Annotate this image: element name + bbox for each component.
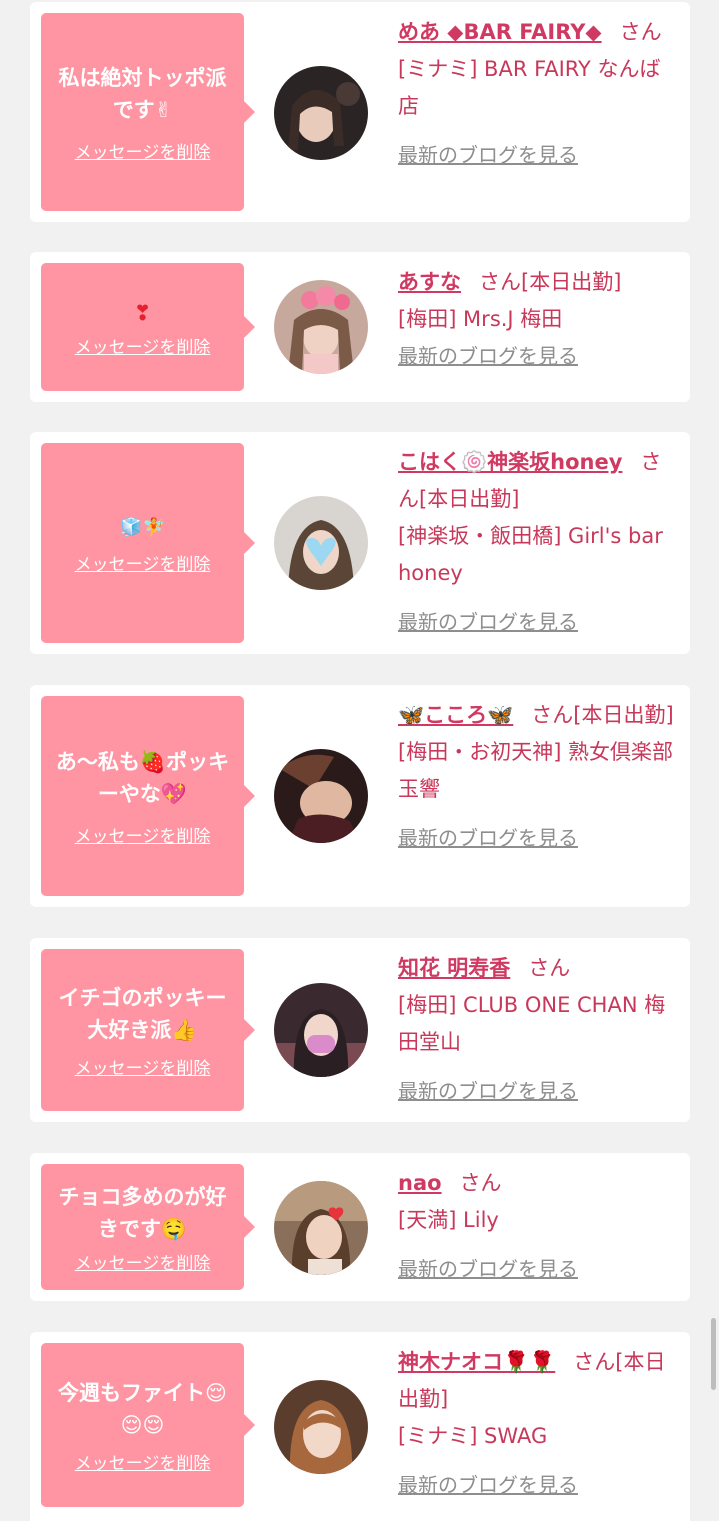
delete-message-link[interactable]: メッセージを削除 — [75, 550, 211, 575]
delete-message-link[interactable]: メッセージを削除 — [75, 1449, 211, 1474]
shop-name: [梅田] Mrs.J 梅田 — [398, 307, 563, 331]
message-bubble: 今週もファイト😌😌😌 メッセージを削除 — [41, 1343, 255, 1507]
avatar[interactable] — [274, 1380, 368, 1474]
cast-info: めあ ◆BAR FAIRY◆ さん [ミナミ] BAR FAIRY なんば店 最新… — [398, 14, 680, 174]
honorific: さん[本日出勤] — [531, 703, 674, 727]
avatar[interactable] — [274, 496, 368, 590]
message-bubble: 私は絶対トッポ派です✌ メッセージを削除 — [41, 13, 255, 211]
latest-blog-link[interactable]: 最新のブログを見る — [398, 137, 680, 174]
latest-blog-link[interactable]: 最新のブログを見る — [398, 1073, 680, 1110]
list-item: あ〜私も🍓ポッキーやな💖 メッセージを削除 🦋こころ🦋 さん[本日出勤] [梅田・… — [30, 685, 690, 907]
cast-name-link[interactable]: めあ ◆BAR FAIRY◆ — [398, 20, 602, 44]
cast-name-link[interactable]: nao — [398, 1171, 442, 1195]
avatar[interactable] — [274, 749, 368, 843]
cast-info: 神木ナオコ🌹🌹 さん[本日出勤] [ミナミ] SWAG 最新のブログを見る — [398, 1344, 680, 1504]
cast-info: こはく🍥神楽坂honey さん[本日出勤] [神楽坂・飯田橋] Girl's ba… — [398, 444, 680, 641]
cast-info: あすな さん[本日出勤] [梅田] Mrs.J 梅田 最新のブログを見る — [398, 264, 680, 375]
avatar[interactable] — [274, 983, 368, 1077]
honorific: さん[本日出勤] — [479, 270, 622, 294]
delete-message-link[interactable]: メッセージを削除 — [75, 1054, 211, 1079]
message-text: チョコ多めのが好きです🤤 — [58, 1184, 227, 1241]
delete-message-link[interactable]: メッセージを削除 — [75, 333, 211, 358]
list-item: ❣ メッセージを削除 あすな さん[本日出勤] [梅田] Mrs.J 梅田 最新の… — [30, 252, 690, 402]
latest-blog-link[interactable]: 最新のブログを見る — [398, 1251, 680, 1288]
avatar[interactable] — [274, 1181, 368, 1275]
cast-name-link[interactable]: あすな — [398, 270, 461, 294]
shop-name: [ミナミ] SWAG — [398, 1424, 548, 1448]
message-text: イチゴのポッキー大好き派👍 — [58, 985, 227, 1042]
message-text: 🧊🧚 — [120, 516, 165, 538]
list-item: イチゴのポッキー大好き派👍 メッセージを削除 知花 明寿香 さん [梅田] CLU… — [30, 938, 690, 1122]
latest-blog-link[interactable]: 最新のブログを見る — [398, 1467, 680, 1504]
message-bubble: 🧊🧚 メッセージを削除 — [41, 443, 255, 643]
honorific: さん — [459, 1171, 502, 1195]
avatar[interactable] — [274, 280, 368, 374]
shop-name: [天満] Lily — [398, 1208, 499, 1232]
cast-info: 🦋こころ🦋 さん[本日出勤] [梅田・お初天神] 熟女倶楽部 玉響 最新のブログを… — [398, 697, 680, 857]
shop-name: [ミナミ] BAR FAIRY なんば店 — [398, 57, 661, 118]
scrollbar[interactable] — [711, 1318, 716, 1390]
list-item: チョコ多めのが好きです🤤 メッセージを削除 nao さん [天満] Lily 最新… — [30, 1153, 690, 1301]
message-text: 今週もファイト😌😌😌 — [58, 1380, 227, 1437]
message-bubble: チョコ多めのが好きです🤤 メッセージを削除 — [41, 1164, 255, 1290]
cast-name-link[interactable]: 🦋こころ🦋 — [398, 703, 513, 727]
list-item: 私は絶対トッポ派です✌ メッセージを削除 めあ ◆BAR FAIRY◆ さん [ミ… — [30, 2, 690, 222]
list-item: 🧊🧚 メッセージを削除 こはく🍥神楽坂honey さん[本日出勤] [神楽坂・飯田… — [30, 432, 690, 654]
delete-message-link[interactable]: メッセージを削除 — [75, 138, 211, 163]
cast-name-link[interactable]: 神木ナオコ🌹🌹 — [398, 1350, 555, 1374]
message-text: あ〜私も🍓ポッキーやな💖 — [55, 749, 230, 806]
message-bubble: イチゴのポッキー大好き派👍 メッセージを削除 — [41, 949, 255, 1111]
message-text: ❣ — [133, 300, 152, 325]
honorific: さん — [528, 956, 571, 980]
shop-name: [梅田] CLUB ONE CHAN 梅田堂山 — [398, 993, 666, 1054]
cast-info: nao さん [天満] Lily 最新のブログを見る — [398, 1165, 680, 1288]
shop-name: [梅田・お初天神] 熟女倶楽部 玉響 — [398, 740, 674, 801]
shop-name: [神楽坂・飯田橋] Girl's bar honey — [398, 524, 663, 585]
latest-blog-link[interactable]: 最新のブログを見る — [398, 338, 680, 375]
latest-blog-link[interactable]: 最新のブログを見る — [398, 820, 680, 857]
message-bubble: あ〜私も🍓ポッキーやな💖 メッセージを削除 — [41, 696, 255, 896]
list-item: 今週もファイト😌😌😌 メッセージを削除 神木ナオコ🌹🌹 さん[本日出勤] [ミナミ… — [30, 1332, 690, 1521]
cast-info: 知花 明寿香 さん [梅田] CLUB ONE CHAN 梅田堂山 最新のブログを… — [398, 950, 680, 1110]
message-text: 私は絶対トッポ派です✌ — [58, 65, 227, 122]
honorific: さん — [619, 20, 662, 44]
cast-name-link[interactable]: 知花 明寿香 — [398, 956, 510, 980]
cast-name-link[interactable]: こはく🍥神楽坂honey — [398, 450, 622, 474]
delete-message-link[interactable]: メッセージを削除 — [75, 1249, 211, 1274]
latest-blog-link[interactable]: 最新のブログを見る — [398, 604, 680, 641]
message-bubble: ❣ メッセージを削除 — [41, 263, 255, 391]
delete-message-link[interactable]: メッセージを削除 — [75, 822, 211, 847]
avatar[interactable] — [274, 66, 368, 160]
favorites-list: 私は絶対トッポ派です✌ メッセージを削除 めあ ◆BAR FAIRY◆ さん [ミ… — [0, 0, 719, 1521]
